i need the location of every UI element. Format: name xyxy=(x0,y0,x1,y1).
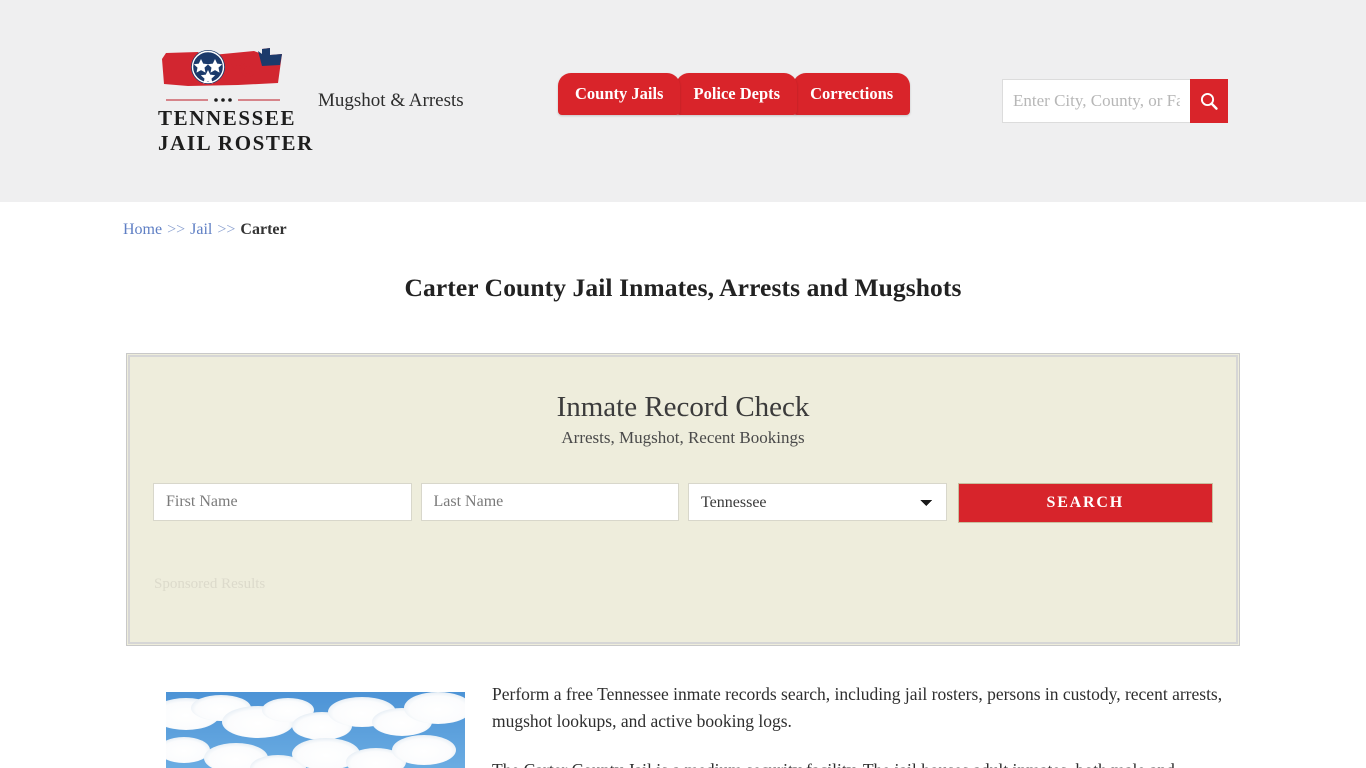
site-logo[interactable]: TENNESSEE JAIL ROSTER xyxy=(158,45,314,156)
inmate-record-check-panel: Inmate Record Check Arrests, Mugshot, Re… xyxy=(126,353,1240,646)
breadcrumb-home[interactable]: Home xyxy=(123,221,162,238)
logo-divider-icon xyxy=(166,98,280,102)
header-search xyxy=(1002,79,1228,123)
article-image xyxy=(166,692,465,768)
inmate-search-form: Tennessee SEARCH xyxy=(153,483,1213,523)
site-header: TENNESSEE JAIL ROSTER Mugshot & Arrests … xyxy=(0,0,1366,202)
sky-with-clouds-photo-icon xyxy=(166,692,465,768)
article-section: Perform a free Tennessee inmate records … xyxy=(123,676,1243,768)
search-button[interactable]: SEARCH xyxy=(957,483,1213,523)
header-search-input[interactable] xyxy=(1002,79,1190,123)
header-search-button[interactable] xyxy=(1190,79,1228,123)
nav-item-county-jails[interactable]: County Jails xyxy=(558,73,681,115)
breadcrumb-current: Carter xyxy=(240,221,287,238)
logo-text-line1: TENNESSEE xyxy=(158,106,297,130)
content-wrapper: Home >> Jail >> Carter Carter County Jail In… xyxy=(123,202,1243,768)
header-inner: TENNESSEE JAIL ROSTER Mugshot & Arrests … xyxy=(123,0,1243,202)
page-title: Carter County Jail Inmates, Arrests and … xyxy=(404,273,962,302)
first-name-input[interactable] xyxy=(153,483,412,521)
breadcrumb-separator-2: >> xyxy=(217,221,236,238)
sponsored-results-label: Sponsored Results xyxy=(154,576,266,592)
state-select[interactable]: Tennessee xyxy=(688,483,947,521)
search-icon xyxy=(1200,92,1218,110)
panel-heading: Inmate Record Check xyxy=(556,391,810,423)
article-paragraph-2: The Carter County Jail is a medium secur… xyxy=(492,757,1240,768)
tennessee-state-handcuffs-icon xyxy=(162,48,282,86)
nav-item-corrections[interactable]: Corrections xyxy=(793,73,911,115)
breadcrumb: Home >> Jail >> Carter xyxy=(123,202,1243,239)
breadcrumb-jail[interactable]: Jail xyxy=(190,221,212,238)
last-name-input[interactable] xyxy=(420,483,679,521)
breadcrumb-separator-1: >> xyxy=(167,221,186,238)
article-paragraph-1: Perform a free Tennessee inmate records … xyxy=(492,684,1223,731)
nav-item-police-depts[interactable]: Police Depts xyxy=(676,73,798,115)
main-navigation: County Jails Police Depts Corrections xyxy=(558,73,911,117)
logo-text-line2: JAIL ROSTER xyxy=(158,131,314,155)
panel-subheading: Arrests, Mugshot, Recent Bookings xyxy=(561,428,805,447)
article-body: Perform a free Tennessee inmate records … xyxy=(492,676,1240,768)
site-tagline: Mugshot & Arrests xyxy=(318,90,464,111)
